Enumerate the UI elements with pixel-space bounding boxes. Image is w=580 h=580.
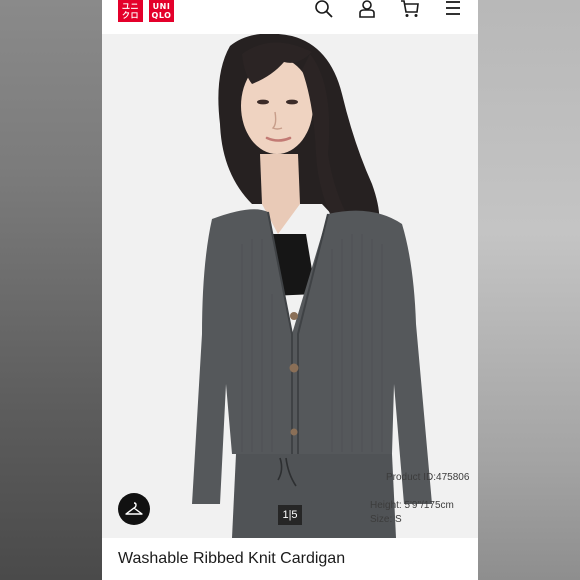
product-image[interactable]: Product ID:475806 Height: 5'9"/175cm Siz… — [102, 34, 478, 538]
product-title: Washable Ribbed Knit Cardigan — [118, 550, 346, 567]
logo-katakana-bottom: クロ — [122, 11, 139, 20]
size-guide-button[interactable] — [118, 493, 150, 525]
image-pager: 1|5 — [278, 505, 302, 525]
logo-latin: UNI QLO — [149, 0, 174, 22]
logo-katakana: ユニ クロ — [118, 0, 143, 22]
cart-icon[interactable] — [400, 0, 420, 18]
uniqlo-logo[interactable]: ユニ クロ UNI QLO — [118, 0, 174, 22]
logo-katakana-top: ユニ — [122, 2, 139, 11]
menu-icon[interactable] — [444, 0, 464, 18]
model-photo — [102, 34, 478, 538]
account-icon[interactable] — [357, 0, 377, 18]
product-id-text: Product ID:475806 — [386, 472, 470, 483]
logo-latin-bottom: QLO — [151, 11, 172, 20]
top-navigation-bar: ユニ クロ UNI QLO — [102, 0, 478, 34]
mobile-page: ユニ クロ UNI QLO Product ID:475806 Height: … — [102, 0, 478, 580]
background-blur-right — [478, 0, 580, 580]
hanger-icon — [125, 502, 143, 515]
search-icon[interactable] — [314, 0, 334, 18]
model-size-text: Size: S — [370, 514, 402, 525]
model-height-text: Height: 5'9"/175cm — [370, 500, 454, 511]
logo-latin-top: UNI — [152, 2, 171, 11]
background-blur-left — [0, 0, 102, 580]
